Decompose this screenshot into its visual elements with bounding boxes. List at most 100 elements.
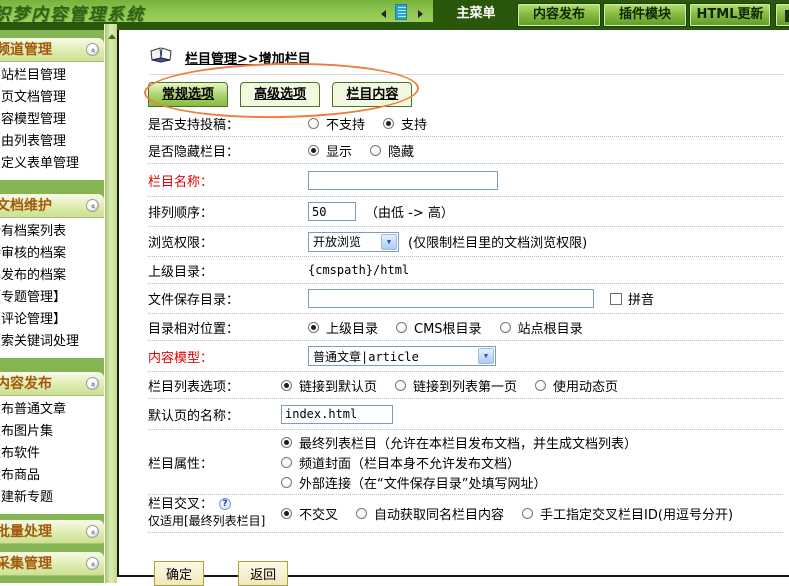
radio-icon[interactable] <box>281 457 292 468</box>
sidebar-item-content-model[interactable]: 内容模型管理 <box>0 109 104 131</box>
radio-option[interactable]: 上级目录 <box>308 318 378 337</box>
sidebar-item-custom-form[interactable]: 自定义表单管理 <box>0 153 104 175</box>
radio-option[interactable]: 频道封面（栏目本身不允许发布文档） <box>281 452 637 472</box>
main-menu-label[interactable]: 主菜单 <box>437 0 515 30</box>
radio-option[interactable]: 自动获取同名栏目内容 <box>356 504 504 523</box>
category-name-input[interactable] <box>308 171 498 190</box>
radio-checked-icon[interactable] <box>383 118 394 129</box>
menu-button-partial[interactable] <box>775 3 789 27</box>
radio-icon[interactable] <box>395 380 406 391</box>
radio-icon[interactable] <box>522 508 533 519</box>
back-button[interactable]: 返回 <box>238 561 288 586</box>
radio-icon[interactable] <box>535 380 546 391</box>
radio-option[interactable]: 站点根目录 <box>500 318 583 337</box>
tab-advanced-options[interactable]: 高级选项 <box>240 82 320 107</box>
sidebar-item-page-docs[interactable]: 网页文档管理 <box>0 87 104 109</box>
collapse-icon[interactable]: « <box>86 377 99 390</box>
sidebar-item-publish-article[interactable]: 发布普通文章 <box>0 399 104 421</box>
radio-icon[interactable] <box>396 322 407 333</box>
pinyin-checkbox[interactable] <box>610 293 622 305</box>
radio-option[interactable]: 不支持 <box>308 114 365 133</box>
sidebar-item-create-special[interactable]: 创建新专题 <box>0 487 104 509</box>
sidebar-item-pending-archives[interactable]: 待审核的档案 <box>0 243 104 265</box>
radio-checked-icon[interactable] <box>308 145 319 156</box>
sidebar-item-comment-manage[interactable]: 【评论管理】 <box>0 309 104 331</box>
confirm-button[interactable]: 确定 <box>154 561 204 586</box>
radio-icon[interactable] <box>356 508 367 519</box>
radio-icon[interactable] <box>308 118 319 129</box>
radio-icon[interactable] <box>370 145 381 156</box>
form-row-parent-dir: 上级目录： {cmspath}/html <box>148 257 783 284</box>
form-row-sort-order: 排列顺序： （由低 -> 高） <box>148 197 783 227</box>
sidebar-item-free-list[interactable]: 自由列表管理 <box>0 131 104 153</box>
radio-option[interactable]: 不交叉 <box>281 504 338 523</box>
collapse-icon[interactable]: « <box>86 43 99 56</box>
sidebar-item-site-category[interactable]: 网站栏目管理 <box>0 65 104 87</box>
form-row-view-permission: 浏览权限： 开放浏览 ▼ (仅限制栏目里的文档浏览权限) <box>148 227 783 257</box>
collapse-icon[interactable]: « <box>86 557 99 570</box>
sidebar-item-publish-software[interactable]: 发布软件 <box>0 443 104 465</box>
sidebar-section-doc-maintain: 文档维护 « 所有档案列表 待审核的档案 已发布的档案 【专题管理】 【评论管理… <box>0 194 104 358</box>
sidebar-item-special-manage[interactable]: 【专题管理】 <box>0 287 104 309</box>
form-row-allow-contribute: 是否支持投稿： 不支持 支持 <box>148 110 783 137</box>
radio-option[interactable]: 链接到默认页 <box>281 376 377 395</box>
dropdown-arrow-icon[interactable]: ▼ <box>381 234 397 250</box>
pinyin-checkbox-label: 拼音 <box>628 289 654 308</box>
menu-button-content-publish[interactable]: 内容发布 <box>517 3 601 27</box>
form-row-category-cross: 栏目交叉：? 仅适用[最终列表栏目] 不交叉 自动获取同名栏目内容 手工指定交叉… <box>148 495 783 533</box>
sort-order-input[interactable] <box>308 202 356 221</box>
default-page-input[interactable] <box>281 405 393 424</box>
radio-option[interactable]: 最终列表栏目（允许在本栏目发布文档，并生成文档列表） <box>281 432 637 452</box>
sidebar-item-all-archives[interactable]: 所有档案列表 <box>0 221 104 243</box>
sidebar-section-collect: 采集管理 « <box>0 552 104 576</box>
sidebar-item-publish-gallery[interactable]: 发布图片集 <box>0 421 104 443</box>
radio-option[interactable]: 外部连接（在“文件保存目录”处填写网址） <box>281 472 637 492</box>
collapse-icon[interactable]: « <box>86 199 99 212</box>
radio-option[interactable]: 手工指定交叉栏目ID(用逗号分开) <box>522 504 733 523</box>
radio-option[interactable]: 使用动态页 <box>535 376 618 395</box>
form-row-category-attr: 栏目属性： 最终列表栏目（允许在本栏目发布文档，并生成文档列表） 频道封面（栏目… <box>148 430 783 495</box>
radio-checked-icon[interactable] <box>281 380 292 391</box>
sidebar: 频道管理 « 网站栏目管理 网页文档管理 内容模型管理 自由列表管理 自定义表单… <box>0 30 104 583</box>
help-icon[interactable]: ? <box>219 498 231 510</box>
radio-option[interactable]: 显示 <box>308 141 352 160</box>
form-row-default-page: 默认页的名称： <box>148 399 783 430</box>
sort-order-note: （由低 -> 高） <box>365 202 454 221</box>
menu-button-html-update[interactable]: HTML更新 <box>689 3 771 27</box>
breadcrumb[interactable]: 栏目管理>>增加栏目 <box>185 48 311 67</box>
sidebar-section-content-publish: 内容发布 « 发布普通文章 发布图片集 发布软件 发布商品 创建新专题 <box>0 372 104 514</box>
app-title: 织梦内容管理系统 <box>0 0 145 25</box>
view-permission-note: (仅限制栏目里的文档浏览权限) <box>408 232 587 251</box>
content-model-select[interactable]: 普通文章|article ▼ <box>308 346 496 366</box>
add-category-form: 是否支持投稿： 不支持 支持 是否隐藏栏目： 显示 隐藏 栏目名 <box>148 110 783 586</box>
radio-icon[interactable] <box>281 477 292 488</box>
dropdown-arrow-icon[interactable]: ▼ <box>478 348 494 364</box>
form-row-save-dir: 文件保存目录： 拼音 <box>148 284 783 314</box>
sidebar-section-batch: 批量处理 « <box>0 520 104 544</box>
collapse-icon[interactable]: « <box>86 525 99 538</box>
save-dir-input[interactable] <box>308 289 594 308</box>
radio-option[interactable]: 支持 <box>383 114 427 133</box>
sidebar-item-keyword-manage[interactable]: 搜索关键词处理 <box>0 331 104 353</box>
radio-icon[interactable] <box>500 322 511 333</box>
menu-button-plugin-module[interactable]: 插件模块 <box>603 3 687 27</box>
radio-option[interactable]: CMS根目录 <box>396 318 482 337</box>
tab-category-content[interactable]: 栏目内容 <box>332 82 412 107</box>
sidebar-collapse-strip[interactable] <box>104 24 117 583</box>
scroll-left-icon[interactable] <box>381 10 386 18</box>
radio-checked-icon[interactable] <box>281 508 292 519</box>
tab-general-options[interactable]: 常规选项 <box>148 82 228 107</box>
radio-option[interactable]: 链接到列表第一页 <box>395 376 517 395</box>
sidebar-item-publish-product[interactable]: 发布商品 <box>0 465 104 487</box>
pager-icon[interactable] <box>395 4 407 20</box>
form-row-content-model: 内容模型： 普通文章|article ▼ <box>148 341 783 372</box>
view-permission-select[interactable]: 开放浏览 ▼ <box>308 232 399 252</box>
main-panel: 栏目管理>>增加栏目 常规选项 高级选项 栏目内容 是否支持投稿： 不支持 支持… <box>117 30 789 577</box>
banner-nav <box>381 6 423 20</box>
radio-option[interactable]: 隐藏 <box>370 141 414 160</box>
sidebar-item-published-archives[interactable]: 已发布的档案 <box>0 265 104 287</box>
radio-checked-icon[interactable] <box>281 437 292 448</box>
collapse-strip-arrow-icon <box>108 34 116 39</box>
radio-checked-icon[interactable] <box>308 322 319 333</box>
scroll-right-icon[interactable] <box>418 10 423 18</box>
